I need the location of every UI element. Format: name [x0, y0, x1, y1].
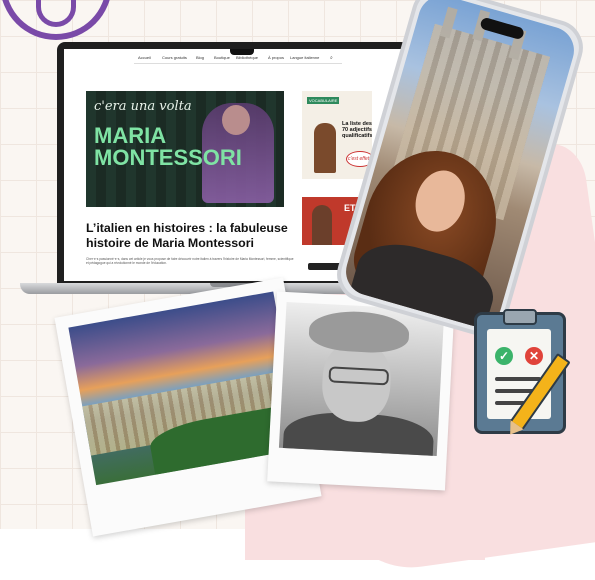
- nav-item-accueil[interactable]: Accueil: [138, 55, 151, 60]
- nav-item-bibliotheque[interactable]: Bibliothèque: [236, 55, 258, 60]
- nav-item-boutique[interactable]: Boutique: [214, 55, 230, 60]
- hero-tagline: c'era una volta: [94, 99, 192, 114]
- site-navbar: Accueil Cours gratuits Blog Boutique Bib…: [64, 49, 402, 65]
- nav-item-langue[interactable]: Langue italienne: [290, 55, 319, 60]
- search-icon[interactable]: ⌕: [330, 55, 333, 61]
- article-excerpt: Cher·e·s passionné·e·s, dans cet article…: [86, 257, 294, 265]
- naples-photo: [68, 291, 302, 486]
- nav-item-blog[interactable]: Blog: [196, 55, 204, 60]
- portrait-photo: [278, 301, 445, 457]
- nav-item-cours[interactable]: Cours gratuits: [162, 55, 187, 60]
- hero-title: MARIA MONTESSORI: [94, 125, 242, 169]
- cross-icon: ✕: [525, 347, 543, 365]
- clipboard-clip: [503, 309, 537, 325]
- hero-title-line1: MARIA: [94, 123, 167, 148]
- nav-divider: [134, 63, 342, 64]
- portrait-hat: [308, 309, 411, 355]
- article-title[interactable]: L’italien en histoires : la fabuleuse hi…: [86, 221, 296, 251]
- checklist-line: [495, 377, 541, 381]
- nav-item-apropos[interactable]: À propos: [268, 55, 284, 60]
- article-hero-image[interactable]: c'era una volta MARIA MONTESSORI: [86, 91, 284, 207]
- sidebar-card-tag: VOCABULAIRE: [307, 97, 340, 104]
- sidebar-card2-illustration: [312, 205, 332, 245]
- cathedral-spire: [439, 6, 458, 39]
- check-icon: ✓: [495, 347, 513, 365]
- sidebar-card-vocab[interactable]: VOCABULAIRE La liste des 70 adjectifs qu…: [302, 91, 372, 179]
- portrait-glasses: [328, 366, 390, 386]
- sidebar-card-illustration: [314, 123, 336, 173]
- hero-title-line2: MONTESSORI: [94, 145, 242, 170]
- dynamic-island: [479, 16, 525, 41]
- sidebar-card-title: La liste des 70 adjectifs qualificatifs: [342, 121, 372, 139]
- polaroid-portrait: [267, 291, 455, 491]
